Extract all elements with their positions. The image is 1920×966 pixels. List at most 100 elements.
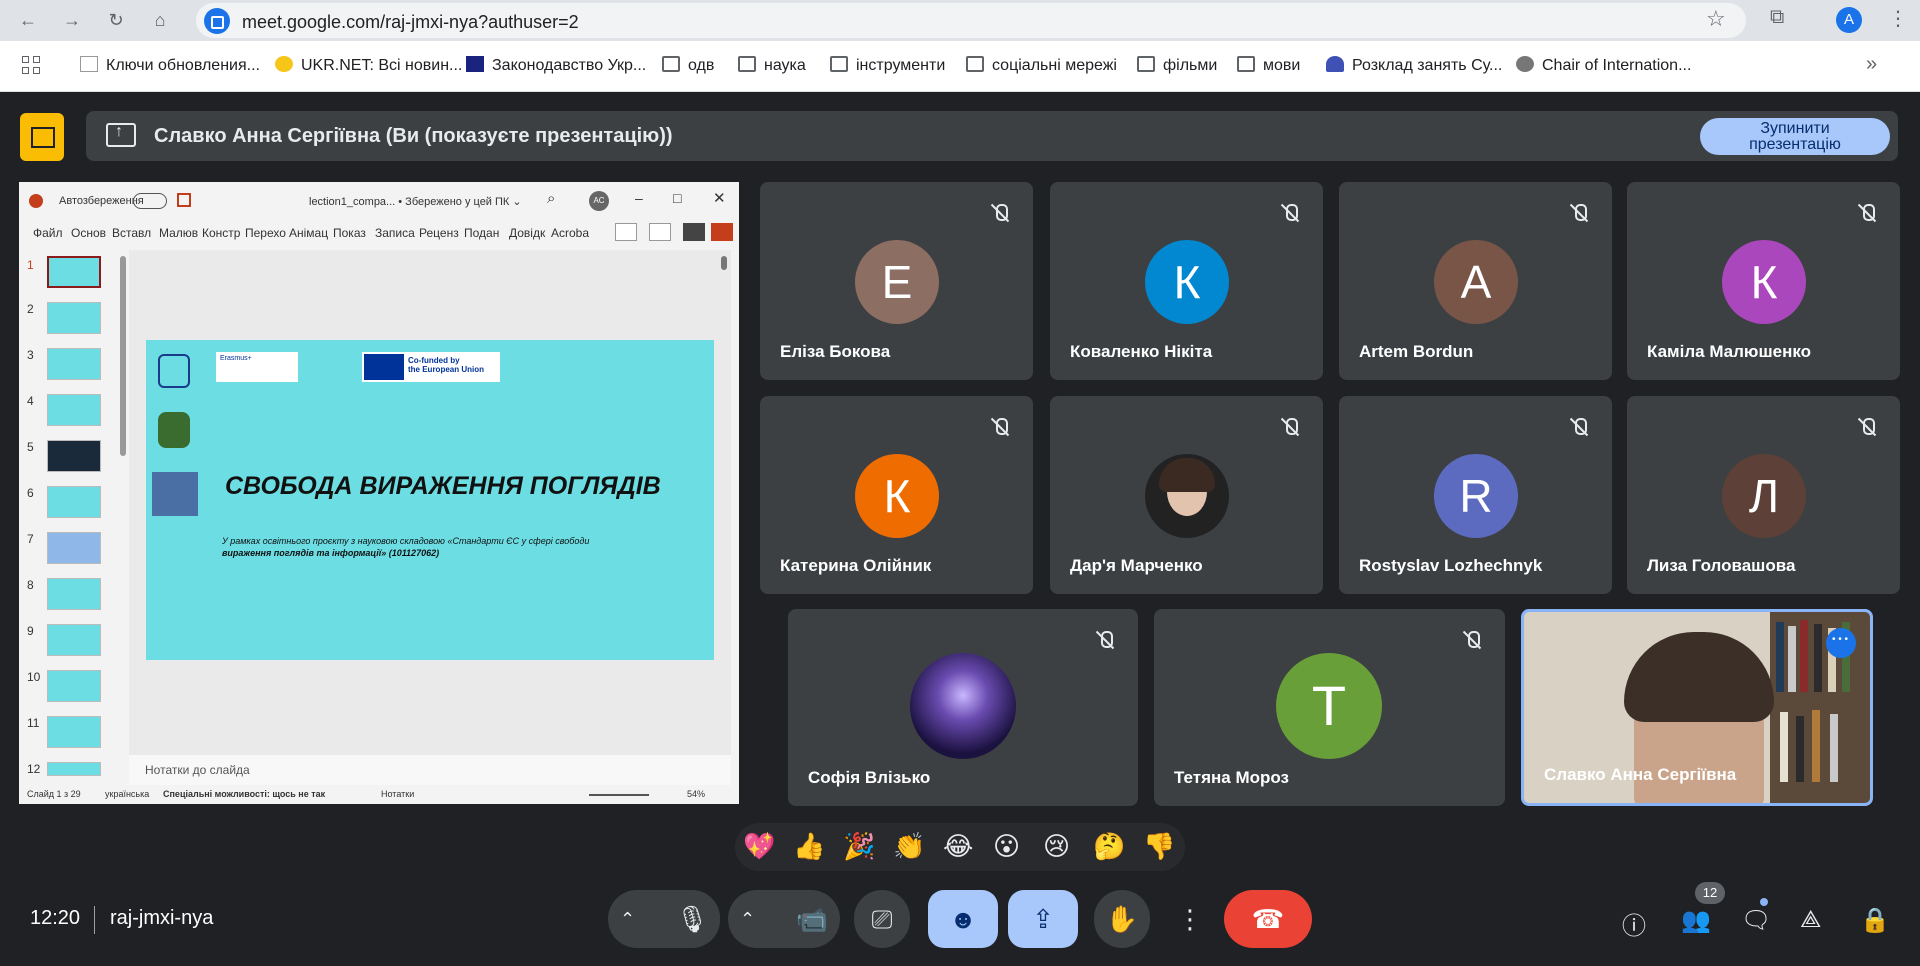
- self-video-tile[interactable]: Славко Анна Сергіївна: [1521, 609, 1873, 806]
- slide-thumb[interactable]: [47, 440, 101, 472]
- reaction-thumbs-down[interactable]: 👎: [1143, 831, 1175, 862]
- ribbon-tab[interactable]: Файл: [33, 226, 63, 240]
- minimize-icon[interactable]: –: [635, 190, 643, 206]
- ribbon-tab[interactable]: Acroba: [551, 226, 589, 240]
- present-mode-icon[interactable]: [683, 223, 705, 241]
- zoom-slider[interactable]: [589, 794, 649, 796]
- thumbnails-scrollbar[interactable]: [120, 256, 126, 456]
- bookmark-item[interactable]: Законодавство Укр...: [466, 56, 646, 75]
- zoom-level[interactable]: 54%: [687, 789, 705, 799]
- slide-thumb[interactable]: [47, 486, 101, 518]
- ribbon-tab[interactable]: Показ: [333, 226, 366, 240]
- bookmark-folder[interactable]: інструменти: [830, 56, 945, 75]
- back-icon[interactable]: ←: [16, 8, 40, 32]
- reaction-party[interactable]: 🎉: [843, 831, 875, 862]
- ribbon-tab[interactable]: Записа: [375, 226, 415, 240]
- camera-icon[interactable]: 📹: [784, 890, 840, 948]
- address-bar[interactable]: meet.google.com/raj-jmxi-nya?authuser=2: [196, 3, 1746, 38]
- bookmark-folder[interactable]: одв: [662, 56, 714, 75]
- reaction-heart[interactable]: 💖: [743, 831, 775, 862]
- autosave-toggle[interactable]: [133, 193, 167, 209]
- forward-icon[interactable]: →: [60, 8, 84, 32]
- slide-thumb[interactable]: [47, 394, 101, 426]
- slide-thumb[interactable]: [47, 256, 101, 288]
- bookmark-item[interactable]: Chair of Internation...: [1516, 56, 1691, 75]
- close-icon[interactable]: ✕: [713, 189, 726, 207]
- present-icon[interactable]: ⇪: [1008, 890, 1078, 948]
- notes-toggle[interactable]: Нотатки: [381, 789, 414, 799]
- slide-notes[interactable]: Нотатки до слайда: [129, 755, 731, 785]
- ppt-filename[interactable]: lection1_compa... • Збережено у цей ПК ⌄: [309, 195, 522, 208]
- ribbon-tab[interactable]: Констр: [202, 226, 240, 240]
- home-icon[interactable]: ⌂: [148, 8, 172, 32]
- ribbon-tab[interactable]: Малюв: [159, 226, 198, 240]
- browser-menu-icon[interactable]: ⋮: [1888, 6, 1908, 31]
- bookmark-folder[interactable]: мови: [1237, 56, 1300, 75]
- language-status[interactable]: українська: [105, 789, 149, 799]
- bookmark-folder[interactable]: соціальні мережі: [966, 56, 1117, 75]
- slide-thumb[interactable]: [47, 578, 101, 610]
- hang-up-icon[interactable]: ☎: [1224, 890, 1312, 948]
- bookmark-star-icon[interactable]: ☆: [1706, 6, 1726, 32]
- host-controls-icon[interactable]: 🔒: [1860, 906, 1890, 935]
- reaction-thumbs-up[interactable]: 👍: [793, 831, 825, 862]
- apps-grid-icon[interactable]: [22, 56, 42, 76]
- reaction-surprised[interactable]: 😮: [993, 831, 1020, 862]
- ribbon-tab[interactable]: Реценз: [419, 226, 459, 240]
- reaction-thinking[interactable]: 🤔: [1093, 831, 1125, 862]
- participant-tile[interactable]: R Rostyslav Lozhechnyk: [1339, 396, 1612, 594]
- stop-presenting-button[interactable]: Зупинити презентацію: [1700, 118, 1890, 155]
- participant-tile[interactable]: T Тетяна Мороз: [1154, 609, 1505, 806]
- save-icon[interactable]: [177, 193, 191, 207]
- meeting-info-icon[interactable]: ⓘ: [1622, 906, 1646, 941]
- captions-icon[interactable]: ⎚: [854, 890, 910, 948]
- record-icon[interactable]: [649, 223, 671, 241]
- more-options-icon[interactable]: ⋮: [1166, 890, 1214, 948]
- slide-thumb[interactable]: [47, 532, 101, 564]
- emoji-icon[interactable]: ☻: [928, 890, 998, 948]
- slide-thumb[interactable]: [47, 716, 101, 748]
- reaction-sad[interactable]: 😢: [1043, 831, 1070, 862]
- participant-tile[interactable]: Софія Влізько: [788, 609, 1138, 806]
- maximize-icon[interactable]: □: [673, 190, 681, 206]
- ribbon-tab[interactable]: Подан: [464, 226, 499, 240]
- activities-icon[interactable]: ⟁: [1800, 906, 1821, 934]
- ppt-user-avatar[interactable]: AC: [589, 191, 609, 211]
- participant-tile[interactable]: A Artem Bordun: [1339, 182, 1612, 380]
- bookmark-folder[interactable]: фільми: [1137, 56, 1217, 75]
- bookmark-item[interactable]: Ключи обновления...: [80, 56, 260, 75]
- camera-options-chevron-icon[interactable]: ⌃: [740, 890, 755, 948]
- chat-icon[interactable]: 🗨: [1741, 906, 1771, 935]
- slide-thumb[interactable]: [47, 762, 101, 776]
- profile-avatar[interactable]: A: [1836, 7, 1862, 33]
- reload-icon[interactable]: ↻: [104, 8, 128, 32]
- accessibility-status[interactable]: Спеціальні можливості: щось не так: [163, 789, 325, 799]
- ribbon-tab[interactable]: Основ: [71, 226, 106, 240]
- reaction-clap[interactable]: 👏: [893, 831, 925, 862]
- search-icon[interactable]: ⌕: [547, 190, 555, 207]
- participant-tile[interactable]: К Катерина Олійник: [760, 396, 1033, 594]
- slide-thumb[interactable]: [47, 348, 101, 380]
- comments-icon[interactable]: [615, 223, 637, 241]
- ribbon-tab[interactable]: Перехо: [245, 226, 286, 240]
- bookmark-item[interactable]: Розклад занять Су...: [1326, 56, 1502, 75]
- ribbon-tab[interactable]: Довідк: [509, 226, 545, 240]
- editor-scrollbar[interactable]: [721, 256, 727, 270]
- raise-hand-icon[interactable]: ✋: [1094, 890, 1150, 948]
- bookmark-folder[interactable]: наука: [738, 56, 806, 75]
- people-icon[interactable]: 👥: [1681, 906, 1711, 935]
- participant-tile[interactable]: Дар'я Марченко: [1050, 396, 1323, 594]
- share-icon[interactable]: [711, 223, 733, 241]
- slide-thumb[interactable]: [47, 302, 101, 334]
- bookmark-item[interactable]: UKR.NET: Всі новин...: [275, 56, 462, 75]
- ribbon-tab[interactable]: Анімац: [289, 226, 328, 240]
- participant-tile[interactable]: Л Лиза Головашова: [1627, 396, 1900, 594]
- participant-tile[interactable]: К Каміла Малюшенко: [1627, 182, 1900, 380]
- slide-thumb[interactable]: [47, 624, 101, 656]
- mic-icon[interactable]: 🎙: [664, 890, 720, 948]
- ribbon-tab[interactable]: Вставл: [112, 226, 151, 240]
- participant-tile[interactable]: К Коваленко Нікіта: [1050, 182, 1323, 380]
- more-bookmarks-icon[interactable]: »: [1866, 53, 1877, 76]
- participant-tile[interactable]: Е Еліза Бокова: [760, 182, 1033, 380]
- reaction-laugh[interactable]: 😂: [943, 831, 973, 862]
